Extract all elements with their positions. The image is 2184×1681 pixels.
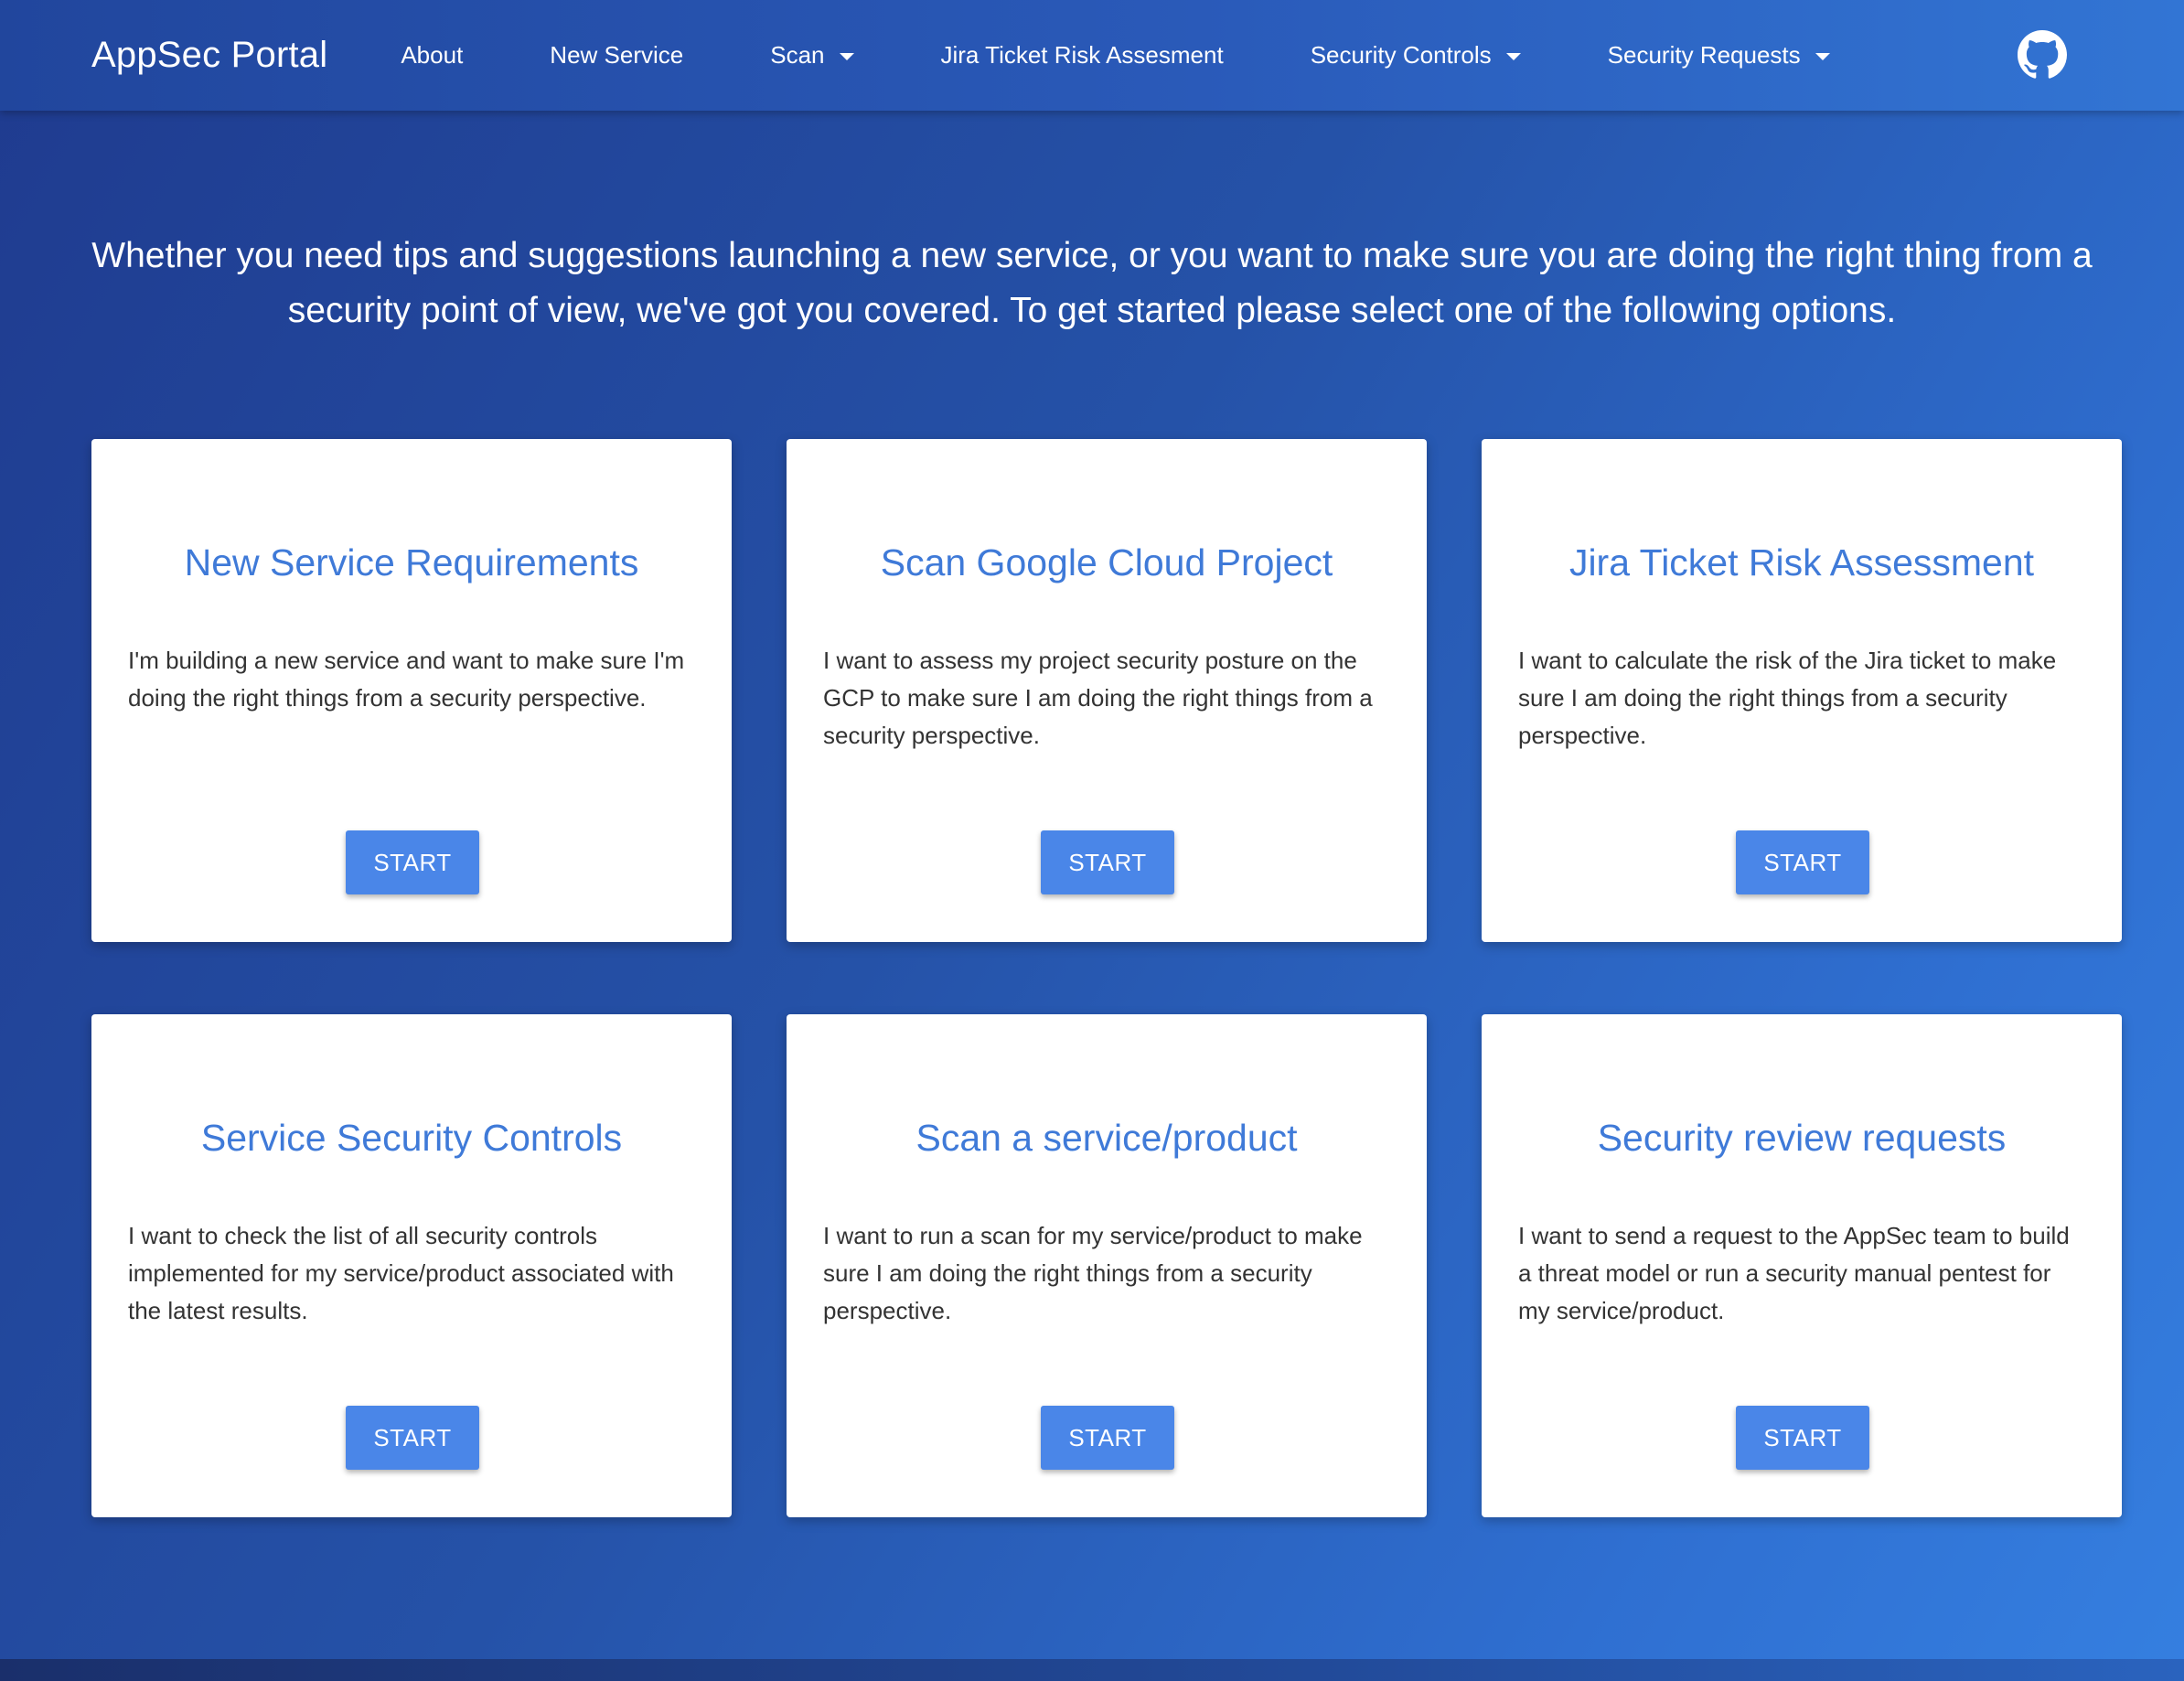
start-button[interactable]: START xyxy=(1736,830,1869,894)
card-description: I want to send a request to the AppSec t… xyxy=(1518,1222,2070,1324)
hero-intro-text: Whether you need tips and suggestions la… xyxy=(91,236,2093,330)
start-button[interactable]: START xyxy=(1041,830,1174,894)
brand-logo[interactable]: AppSec Portal xyxy=(91,35,327,76)
brand-name-bold: AppSec xyxy=(91,35,221,75)
card-jira-ticket-risk-assessment: Jira Ticket Risk Assessment I want to ca… xyxy=(1482,439,2122,942)
nav-item-label: Scan xyxy=(770,41,825,69)
start-button[interactable]: START xyxy=(1736,1406,1869,1470)
brand-name-rest: Portal xyxy=(230,35,328,75)
card-description: I want to run a scan for my service/prod… xyxy=(823,1222,1363,1324)
nav-item-jira-risk[interactable]: Jira Ticket Risk Assesment xyxy=(941,41,1224,70)
start-button[interactable]: START xyxy=(346,830,479,894)
card-new-service-requirements: New Service Requirements I'm building a … xyxy=(91,439,732,942)
card-title: Security review requests xyxy=(1597,1117,2007,1159)
start-button[interactable]: START xyxy=(346,1406,479,1470)
card-title: Jira Ticket Risk Assessment xyxy=(1568,541,2035,584)
nav-item-new-service[interactable]: New Service xyxy=(550,41,683,70)
card-description: I'm building a new service and want to m… xyxy=(128,647,685,712)
card-description: I want to calculate the risk of the Jira… xyxy=(1518,647,2057,749)
card-scan-service-product: Scan a service/product I want to run a s… xyxy=(787,1014,1427,1517)
footer-bar xyxy=(0,1659,2184,1681)
github-icon-graphic xyxy=(2018,30,2067,79)
nav-links: About New Service Scan Jira Ticket Risk … xyxy=(401,0,1916,111)
nav-item-security-requests-dropdown[interactable]: Security Requests xyxy=(1608,41,1830,70)
start-button[interactable]: START xyxy=(1041,1406,1174,1470)
nav-item-label: About xyxy=(401,41,464,69)
nav-item-label: Security Controls xyxy=(1310,41,1492,69)
nav-item-scan-dropdown[interactable]: Scan xyxy=(770,41,854,70)
card-service-security-controls: Service Security Controls I want to chec… xyxy=(91,1014,732,1517)
card-title: Scan a service/product xyxy=(915,1117,1298,1159)
card-security-review-requests: Security review requests I want to send … xyxy=(1482,1014,2122,1517)
caret-down-icon xyxy=(1815,52,1830,60)
card-description: I want to assess my project security pos… xyxy=(823,647,1373,749)
card-description: I want to check the list of all security… xyxy=(128,1222,674,1324)
card-title: New Service Requirements xyxy=(184,541,639,584)
caret-down-icon xyxy=(839,52,854,60)
card-title: Scan Google Cloud Project xyxy=(880,541,1333,584)
nav-item-security-controls-dropdown[interactable]: Security Controls xyxy=(1311,41,1521,70)
card-scan-google-cloud-project: Scan Google Cloud Project I want to asse… xyxy=(787,439,1427,942)
caret-down-icon xyxy=(1505,52,1521,60)
github-icon[interactable] xyxy=(2018,30,2067,80)
nav-item-label: Security Requests xyxy=(1607,41,1801,69)
top-navbar: AppSec Portal About New Service Scan Jir… xyxy=(0,0,2184,111)
nav-item-label: Jira Ticket Risk Assesment xyxy=(940,41,1224,69)
nav-item-label: New Service xyxy=(550,41,684,69)
card-title: Service Security Controls xyxy=(200,1117,623,1159)
nav-item-about[interactable]: About xyxy=(401,41,463,70)
